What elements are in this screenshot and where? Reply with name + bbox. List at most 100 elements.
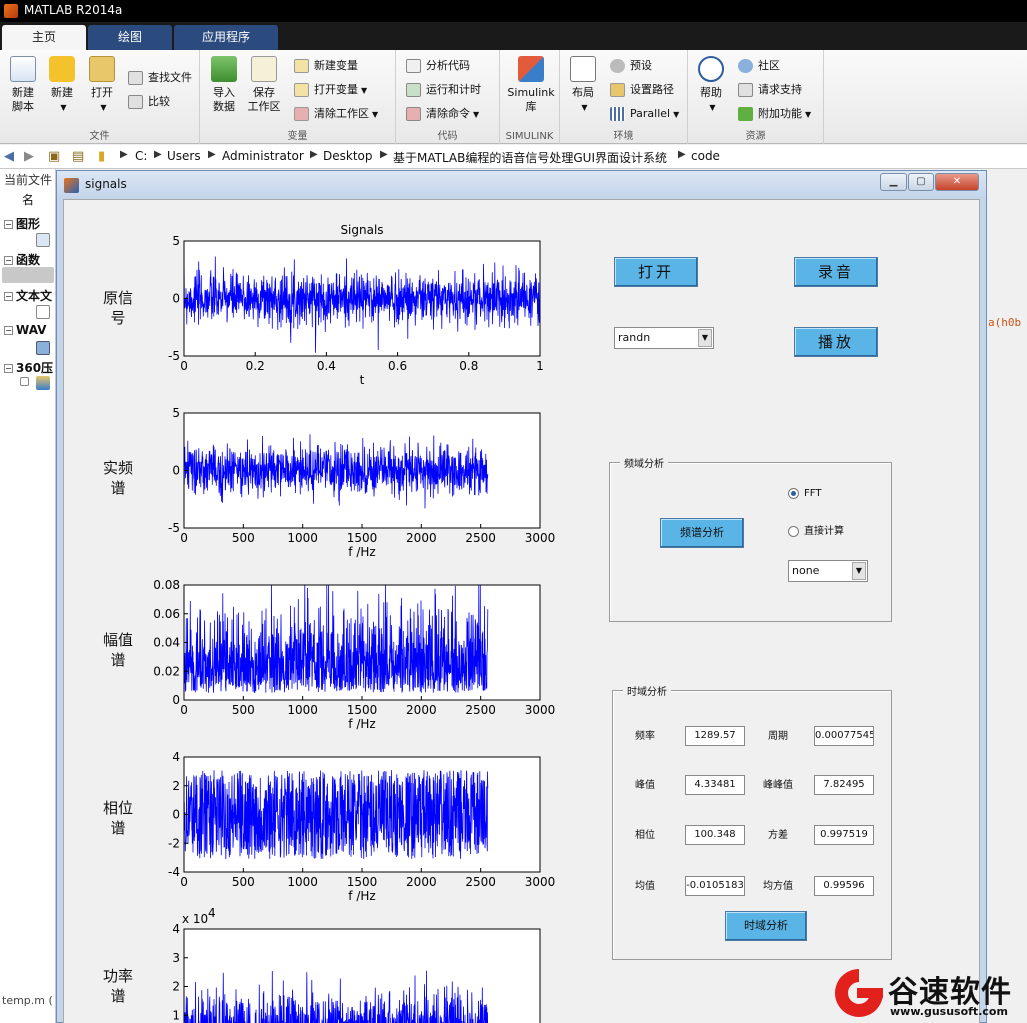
open-variable-button[interactable]: 打开变量 ▼ xyxy=(294,81,367,99)
tab-plots[interactable]: 绘图 xyxy=(88,25,172,50)
y-tick-label: 0 xyxy=(172,292,180,306)
phase-field[interactable]: 100.348 xyxy=(685,825,745,845)
save-workspace-button[interactable]: 保存 工作区 xyxy=(245,56,283,114)
maximize-button[interactable]: ▢ xyxy=(908,173,934,191)
simulink-library-button[interactable]: Simulink 库 xyxy=(503,56,559,114)
breadcrumb-project[interactable]: 基于MATLAB编程的语音信号处理GUI界面设计系统 xyxy=(393,149,667,166)
window-select[interactable]: none ▼ xyxy=(788,560,868,582)
name-column-header[interactable]: 名 xyxy=(22,191,34,208)
phase-spectrum-axes[interactable]: 0 500 1000 1500 2000 2500 3000 4 2 0 -2 -4 f /Hz xyxy=(168,750,555,903)
tree-item-figures[interactable]: − 图形 xyxy=(4,215,40,232)
mean-square-field[interactable]: 0.99596 xyxy=(814,876,874,896)
archive-folder-icon[interactable] xyxy=(36,376,50,390)
forward-icon[interactable]: ▶ xyxy=(24,149,34,164)
gususoft-logo-icon xyxy=(835,969,883,1017)
power-spectrum-axes[interactable]: 4 3 2 1 x 10 4 xyxy=(172,906,541,1023)
signal-type-value: randn xyxy=(618,331,651,344)
period-field[interactable]: 0.00077545 xyxy=(814,726,874,746)
frequency-label: 频率 xyxy=(635,731,655,742)
folder-icon xyxy=(89,56,115,82)
clear-workspace-icon xyxy=(294,107,309,121)
run-and-time-button[interactable]: 运行和计时 xyxy=(406,81,481,99)
breadcrumb-users[interactable]: Users xyxy=(167,149,201,163)
time-analysis-button[interactable]: 时域分析 xyxy=(725,911,807,941)
tree-item-archive[interactable]: −360压 xyxy=(4,359,53,376)
browse-folder-icon[interactable]: ▤ xyxy=(72,149,84,164)
gear-icon xyxy=(610,59,625,73)
text-file-icon[interactable] xyxy=(36,305,50,319)
magnitude-spectrum-axes[interactable]: 0 500 1000 1500 2000 2500 3000 0.08 0.06 0.04 0.02… xyxy=(153,578,555,731)
spectrum-analysis-button[interactable]: 频谱分析 xyxy=(660,518,744,548)
import-data-button[interactable]: 导入 数据 xyxy=(205,56,243,114)
x-tick-label: 3000 xyxy=(525,703,556,717)
x-tick-label: 1000 xyxy=(287,531,318,545)
play-button[interactable]: 播放 xyxy=(794,327,878,357)
folder-icon: ▮ xyxy=(98,149,106,164)
record-button[interactable]: 录音 xyxy=(794,257,878,287)
period-label: 周期 xyxy=(768,731,788,742)
selected-function-row[interactable] xyxy=(2,267,54,283)
frequency-field[interactable]: 1289.57 xyxy=(685,726,745,746)
tab-home[interactable]: 主页 xyxy=(2,25,86,50)
new-script-button[interactable]: 新建 脚本 xyxy=(4,56,42,114)
ribbon: 新建 脚本 新建 ▼ 打开 ▼ 查找文件 比较 文件 导入 数据 保存 工作区 新建… xyxy=(0,50,1027,144)
chevron-down-icon: ▼ xyxy=(852,562,866,580)
breadcrumb-administrator[interactable]: Administrator xyxy=(222,149,304,163)
x-tick-label: 0.4 xyxy=(317,359,336,373)
peak-to-peak-field[interactable]: 7.82495 xyxy=(814,775,874,795)
tree-item-wav[interactable]: − WAV xyxy=(4,323,46,337)
import-icon xyxy=(211,56,237,82)
new-button[interactable]: 新建 ▼ xyxy=(43,56,81,115)
variance-field[interactable]: 0.997519 xyxy=(814,825,874,845)
request-support-button[interactable]: 请求支持 xyxy=(738,81,802,99)
figure-file-icon[interactable] xyxy=(36,233,50,247)
peak-field[interactable]: 4.33481 xyxy=(685,775,745,795)
wav-file-icon[interactable] xyxy=(36,341,50,355)
find-files-button[interactable]: 查找文件 xyxy=(128,69,192,87)
tab-apps[interactable]: 应用程序 xyxy=(174,25,278,50)
original-signal-axes[interactable]: 0 0.2 0.4 0.6 0.8 150-5Signalst xyxy=(168,223,544,387)
back-icon[interactable]: ◀ xyxy=(4,149,14,164)
real-spectrum-axes[interactable]: 0 500 1000 1500 2000 2500 300050-5f /Hz xyxy=(168,406,555,559)
set-path-button[interactable]: 设置路径 xyxy=(610,81,674,99)
add-ons-icon xyxy=(738,107,753,121)
fft-radio[interactable]: FFT xyxy=(788,487,821,501)
community-button[interactable]: 社区 xyxy=(738,57,780,75)
clear-workspace-button[interactable]: 清除工作区 ▼ xyxy=(294,105,378,123)
signal-type-select[interactable]: randn ▼ xyxy=(614,327,714,349)
x-tick-label: 500 xyxy=(232,531,255,545)
tree-item-text[interactable]: − 文本文 xyxy=(4,287,52,304)
axes-label-power: 功率谱 xyxy=(102,967,133,1005)
open-button[interactable]: 打开 ▼ xyxy=(83,56,121,115)
compare-button[interactable]: 比较 xyxy=(128,93,170,111)
x-axis-label: f /Hz xyxy=(348,717,375,731)
y-scale-exponent: 4 xyxy=(208,906,216,920)
group-resources: 帮助 ▼ 社区 请求支持 附加功能 ▼ 资源 xyxy=(688,50,824,144)
group-variable: 导入 数据 保存 工作区 新建变量 打开变量 ▼ 清除工作区 ▼ 变量 xyxy=(200,50,396,144)
parallel-button[interactable]: Parallel ▼ xyxy=(610,105,679,123)
layout-button[interactable]: 布局 ▼ xyxy=(564,56,602,115)
add-ons-button[interactable]: 附加功能 ▼ xyxy=(738,105,811,123)
help-button[interactable]: 帮助 ▼ xyxy=(692,56,730,115)
close-button[interactable]: ✕ xyxy=(935,173,979,191)
time-panel-title: 时域分析 xyxy=(623,683,671,698)
breadcrumb-desktop[interactable]: Desktop xyxy=(323,149,373,163)
x-tick-label: 0 xyxy=(180,531,188,545)
y-tick-label: 4 xyxy=(172,922,180,936)
y-tick-label: 0 xyxy=(172,808,180,822)
clear-commands-button[interactable]: 清除命令 ▼ xyxy=(406,105,479,123)
expand-icon[interactable] xyxy=(20,377,29,386)
preferences-button[interactable]: 预设 xyxy=(610,57,652,75)
y-tick-label: -5 xyxy=(168,521,180,535)
new-variable-button[interactable]: 新建变量 xyxy=(294,57,358,75)
open-file-button[interactable]: 打开 xyxy=(614,257,698,287)
tree-item-functions[interactable]: − 函数 xyxy=(4,251,40,268)
breadcrumb-c[interactable]: C: xyxy=(135,149,147,163)
analyze-code-button[interactable]: 分析代码 xyxy=(406,57,470,75)
up-folder-icon[interactable]: ▣ xyxy=(48,149,60,164)
minimize-button[interactable]: ▁ xyxy=(880,173,907,191)
direct-compute-radio[interactable]: 直接计算 xyxy=(788,525,844,539)
group-file-label: 文件 xyxy=(89,131,110,142)
mean-field[interactable]: -0.0105183 xyxy=(685,876,745,896)
breadcrumb-code[interactable]: code xyxy=(691,149,720,163)
